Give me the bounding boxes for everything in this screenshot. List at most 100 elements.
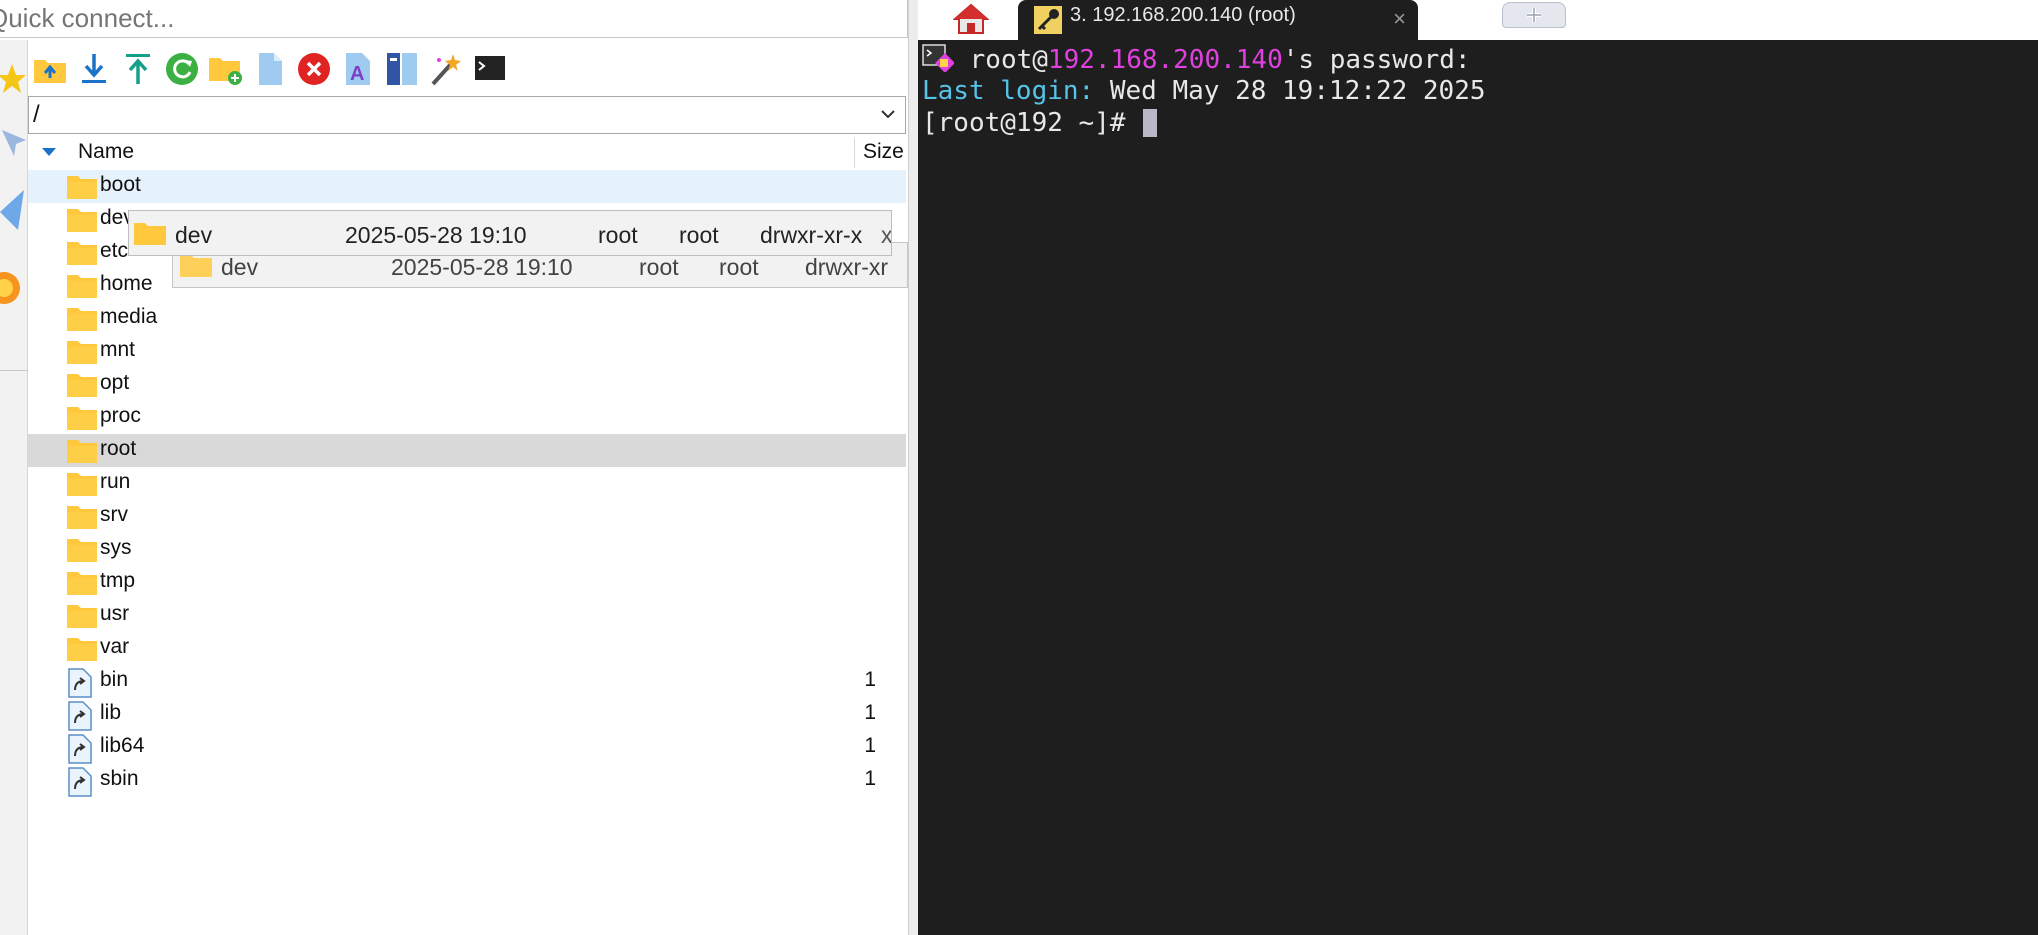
close-icon[interactable]: × [1393,6,1406,32]
ghost-back-group: root [719,254,759,280]
file-row[interactable]: bin 1 [28,665,906,698]
side-toolbar [0,40,28,935]
terminal-ip: 192.168.200.140 [1047,45,1283,75]
file-name: sys [100,536,132,559]
file-row[interactable]: var [28,632,906,665]
magic-wand-button[interactable] [426,49,466,89]
file-row[interactable]: boot [28,170,906,203]
refresh-button[interactable] [162,49,202,89]
new-file-icon [259,53,282,85]
rename-icon: A [346,53,370,85]
delete-button[interactable] [294,49,334,89]
terminal-cursor [1143,109,1158,137]
ghost-back-permissions: drwxr-xr [805,254,889,280]
ghost-overflow: xr [881,222,892,248]
file-name: home [100,272,153,295]
send-icon[interactable] [0,190,26,230]
last-login-label: Last login: [922,76,1095,106]
new-tab-button[interactable] [1502,2,1566,28]
magic-wand-icon [431,54,461,86]
ghost-name: dev [175,222,213,248]
file-size: 1 [864,734,876,757]
ghost-back-modified: 2025-05-28 19:10 [391,254,573,280]
file-name: boot [100,173,141,196]
terminal-password-prompt: 's password: [1282,45,1471,75]
properties-icon [387,53,417,85]
session-tab[interactable]: 3. 192.168.200.140 (root) × [1018,0,1418,40]
file-row[interactable]: lib64 1 [28,731,906,764]
new-folder-icon [209,58,242,85]
ghost-modified: 2025-05-28 19:10 [345,222,527,248]
file-name: media [100,305,158,328]
file-size: 1 [864,701,876,724]
terminal-icon [475,56,505,80]
delete-icon [298,53,330,85]
file-row[interactable]: tmp [28,566,906,599]
file-name: tmp [100,569,136,592]
putty-icon [922,44,955,73]
new-folder-button[interactable] [206,49,246,89]
file-row[interactable]: sys [28,533,906,566]
file-name: etc [100,239,129,262]
file-name: sbin [100,767,139,790]
file-name: lib [100,701,122,724]
folder-icon [66,602,98,635]
folder-icon [66,239,98,272]
folder-icon [66,536,98,569]
file-row[interactable]: srv [28,500,906,533]
column-size-header[interactable]: Size [863,140,904,164]
folder-up-icon [34,60,66,83]
sftp-toolbar: A [30,44,900,96]
column-name-header[interactable]: Name [78,140,134,164]
path-dropdown[interactable]: / [28,96,906,134]
file-row[interactable]: sbin 1 [28,764,906,797]
folder-icon [66,206,98,239]
last-login-value: Wed May 28 19:12:22 2025 [1094,76,1486,106]
file-name: usr [100,602,130,625]
folder-icon [66,305,98,338]
terminal[interactable]: root@192.168.200.140's password: Last lo… [918,40,2038,935]
column-separator[interactable] [854,138,855,168]
strip-divider [0,370,28,371]
file-name: srv [100,503,128,526]
path-value: / [33,101,40,128]
file-row[interactable]: proc [28,401,906,434]
folder-icon [134,223,166,245]
session-tab-title: 3. 192.168.200.140 (root) [1070,4,1296,26]
shell-prompt: [root@192 ~]# [922,108,1142,138]
folder-icon [66,470,98,503]
sort-down-icon[interactable] [42,148,56,158]
file-row[interactable]: usr [28,599,906,632]
folder-icon [66,173,98,206]
new-file-button[interactable] [250,49,290,89]
open-terminal-button[interactable] [470,49,510,89]
rename-button[interactable]: A [338,49,378,89]
star-icon[interactable] [0,62,26,96]
file-row[interactable]: opt [28,368,906,401]
key-icon [1034,6,1062,34]
download-button[interactable] [74,49,114,89]
tool-icon[interactable] [0,270,26,306]
file-list-header: Name Size [28,138,906,170]
home-tab[interactable] [940,0,1002,38]
file-name: lib64 [100,734,145,757]
properties-button[interactable] [382,49,422,89]
folder-icon [66,503,98,536]
quick-connect-input[interactable] [0,0,908,38]
file-size: 1 [864,668,876,691]
folder-icon [66,371,98,404]
file-name: run [100,470,131,493]
file-row[interactable]: lib 1 [28,698,906,731]
pointer-tool-icon[interactable] [0,126,26,160]
file-row[interactable]: run [28,467,906,500]
svg-text:A: A [350,63,364,85]
terminal-line-last-login: Last login: Wed May 28 19:12:22 2025 [922,76,1486,106]
upload-button[interactable] [118,49,158,89]
file-row[interactable]: mnt [28,335,906,368]
pane-splitter[interactable] [908,0,918,935]
home-icon [953,3,989,34]
drag-ghost: dev 2025-05-28 19:10 root root drwxr-xr-… [128,210,892,256]
file-row[interactable]: media [28,302,906,335]
file-row[interactable]: root [28,434,906,467]
parent-folder-button[interactable] [30,49,70,89]
